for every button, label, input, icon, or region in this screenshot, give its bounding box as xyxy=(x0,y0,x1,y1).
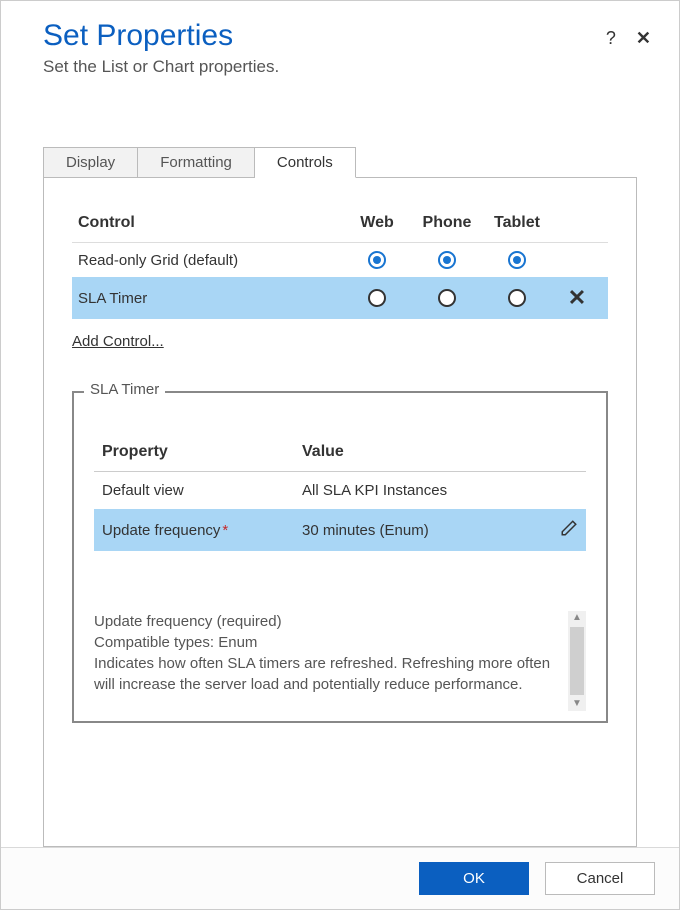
radio-phone[interactable] xyxy=(438,251,456,269)
required-star-icon: * xyxy=(222,522,228,539)
property-description: Update frequency (required) Compatible t… xyxy=(94,611,560,711)
header-actions: ? ✕ xyxy=(606,29,651,47)
property-name: Default view xyxy=(102,482,302,499)
desc-line-types: Compatible types: Enum xyxy=(94,632,560,653)
description-scrollbar[interactable]: ▲ ▼ xyxy=(568,611,586,711)
sla-timer-fieldset: SLA Timer Property Value Default view Al… xyxy=(72,391,608,723)
col-property: Property xyxy=(102,443,302,461)
control-row-readonly-grid[interactable]: Read-only Grid (default) xyxy=(72,243,608,277)
tabstrip: Display Formatting Controls xyxy=(43,147,637,178)
tab-display[interactable]: Display xyxy=(43,147,138,177)
control-name: SLA Timer xyxy=(78,290,342,307)
property-row-default-view[interactable]: Default view All SLA KPI Instances xyxy=(94,472,586,509)
col-tablet: Tablet xyxy=(482,214,552,232)
control-table-header: Control Web Phone Tablet xyxy=(72,206,608,243)
set-properties-dialog: Set Properties Set the List or Chart pro… xyxy=(0,0,680,910)
tab-formatting[interactable]: Formatting xyxy=(138,147,255,177)
tab-controls[interactable]: Controls xyxy=(255,147,356,178)
col-value: Value xyxy=(302,443,538,461)
radio-web[interactable] xyxy=(368,251,386,269)
tabs-container: Display Formatting Controls Control Web … xyxy=(1,77,679,847)
col-control: Control xyxy=(78,214,342,232)
ok-button[interactable]: OK xyxy=(419,862,529,895)
radio-phone[interactable] xyxy=(438,289,456,307)
scroll-thumb[interactable] xyxy=(570,627,584,695)
fieldset-legend: SLA Timer xyxy=(84,381,165,398)
help-icon[interactable]: ? xyxy=(606,29,616,47)
desc-body: Indicates how often SLA timers are refre… xyxy=(94,653,560,695)
dialog-header: Set Properties Set the List or Chart pro… xyxy=(1,1,679,77)
scroll-up-icon[interactable]: ▲ xyxy=(572,611,582,625)
control-table: Control Web Phone Tablet Read-only Grid … xyxy=(72,206,608,319)
close-icon[interactable]: ✕ xyxy=(636,29,651,47)
col-web: Web xyxy=(342,214,412,232)
radio-tablet[interactable] xyxy=(508,251,526,269)
radio-tablet[interactable] xyxy=(508,289,526,307)
property-row-update-frequency[interactable]: Update frequency* 30 minutes (Enum) xyxy=(94,509,586,551)
add-control-link[interactable]: Add Control... xyxy=(72,333,164,350)
desc-line-title: Update frequency (required) xyxy=(94,611,560,632)
dialog-title: Set Properties xyxy=(43,19,649,53)
col-phone: Phone xyxy=(412,214,482,232)
property-table-header: Property Value xyxy=(94,433,586,472)
radio-web[interactable] xyxy=(368,289,386,307)
dialog-footer: OK Cancel xyxy=(1,847,679,909)
dialog-subtitle: Set the List or Chart properties. xyxy=(43,57,649,77)
control-row-sla-timer[interactable]: SLA Timer ✕ xyxy=(72,277,608,319)
tab-content-controls: Control Web Phone Tablet Read-only Grid … xyxy=(43,178,637,847)
property-value: All SLA KPI Instances xyxy=(302,482,538,499)
property-description-area: Update frequency (required) Compatible t… xyxy=(94,611,586,711)
remove-control-icon[interactable]: ✕ xyxy=(552,285,602,311)
scroll-down-icon[interactable]: ▼ xyxy=(572,697,582,711)
control-name: Read-only Grid (default) xyxy=(78,252,342,269)
edit-icon[interactable] xyxy=(538,519,578,541)
cancel-button[interactable]: Cancel xyxy=(545,862,655,895)
property-value: 30 minutes (Enum) xyxy=(302,522,538,539)
property-name: Update frequency* xyxy=(102,522,302,539)
